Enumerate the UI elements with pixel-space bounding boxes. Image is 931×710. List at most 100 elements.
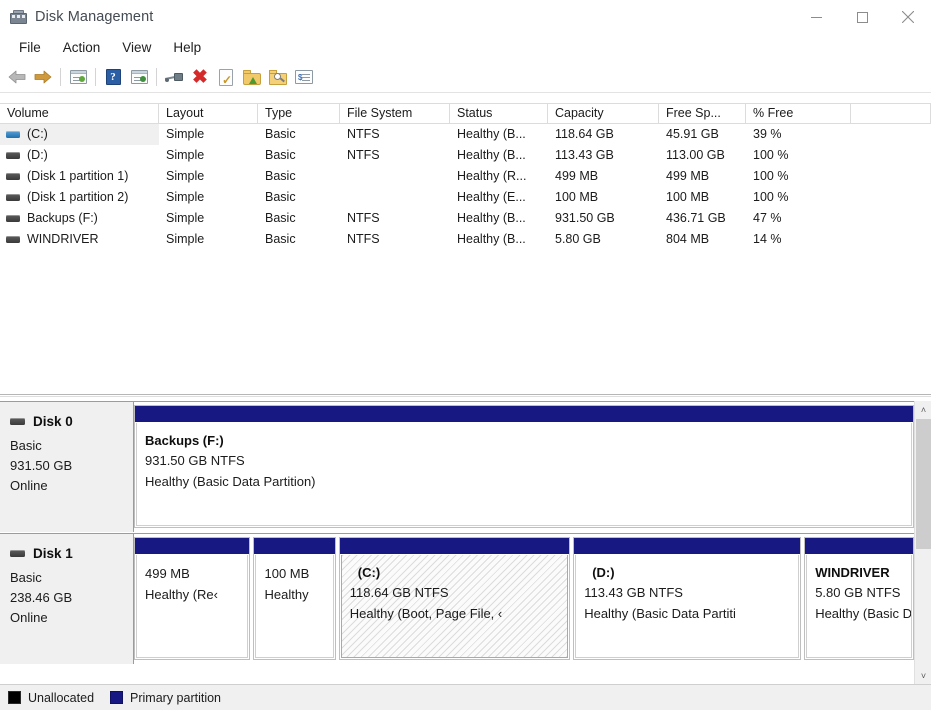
partition-capacity-bar	[574, 538, 801, 555]
partition-status: Healthy	[264, 587, 309, 602]
show-hide-console-tree-button[interactable]	[65, 64, 91, 90]
volume-cell-pct-free: 47 %	[753, 211, 782, 225]
disk-size: 238.46 GB	[10, 590, 73, 605]
volume-list-body: (C:) Simple Basic NTFS Healthy (B... 118.64 G…	[0, 124, 931, 250]
volume-row[interactable]: (C:) Simple Basic NTFS Healthy (B... 118.64 G…	[0, 124, 931, 145]
volume-cell-file-system: NTFS	[347, 211, 380, 225]
partition-block[interactable]: WINDRIVER 5.80 GB NTFS Healthy (Basic Data…	[804, 537, 914, 660]
column-header-filler[interactable]	[851, 104, 931, 123]
delete-icon: ✖	[192, 66, 208, 88]
column-header-type[interactable]: Type	[258, 104, 340, 123]
disk-name: Disk 1	[33, 546, 73, 561]
disk-icon	[10, 418, 25, 425]
volume-cell-status: Healthy (B...	[457, 232, 526, 246]
partition-size-fs: 100 MB	[264, 566, 310, 581]
volume-cell-free-space: 499 MB	[666, 169, 710, 183]
partition-capacity-bar	[339, 538, 570, 555]
volume-row[interactable]: Backups (F:) Simple Basic NTFS Healthy (B...…	[0, 208, 931, 229]
disk-kind: Basic	[10, 570, 42, 585]
partition-block[interactable]: (C:) 118.64 GB NTFS Healthy (Boot, Page Fi…	[338, 537, 571, 660]
volume-row[interactable]: (Disk 1 partition 1) Simple Basic Healthy (…	[0, 166, 931, 187]
properties-button[interactable]: ✓	[213, 64, 239, 90]
legend-item-unallocated: Unallocated	[8, 691, 94, 705]
minimize-button[interactable]	[793, 0, 839, 34]
menu-help[interactable]: Help	[162, 37, 212, 59]
volume-cell-pct-free: 100 %	[753, 190, 789, 204]
maximize-button[interactable]	[839, 0, 885, 34]
partition-status: Healthy (Basic Data Partiti	[584, 606, 736, 621]
up-button[interactable]	[239, 64, 265, 90]
column-header-free-space[interactable]: Free Sp...	[659, 104, 746, 123]
show-hide-action-pane-icon	[130, 70, 148, 84]
volume-cell-volume: (D:)	[0, 145, 159, 166]
volume-row[interactable]: (D:) Simple Basic NTFS Healthy (B... 113.43 G…	[0, 145, 931, 166]
partition-block[interactable]: 499 MB Healthy (Re‹	[134, 537, 251, 660]
column-header-pct-free[interactable]: % Free	[746, 104, 851, 123]
partition-name: Backups (F:)	[145, 433, 224, 448]
column-header-volume[interactable]: Volume	[0, 104, 159, 123]
close-button[interactable]	[885, 0, 931, 34]
volume-cell-file-system: NTFS	[347, 232, 380, 246]
column-header-layout[interactable]: Layout	[159, 104, 258, 123]
volume-cell-type: Basic	[265, 211, 296, 225]
volume-cell-file-system: NTFS	[347, 148, 380, 162]
disk-title: Disk 0	[10, 414, 133, 429]
volume-cell-status: Healthy (B...	[457, 211, 526, 225]
connect-icon	[164, 71, 183, 83]
disk-info-panel[interactable]: Disk 0 Basic 931.50 GB Online	[0, 402, 134, 532]
partition-block[interactable]: Backups (F:) 931.50 GB NTFS Healthy (Basic…	[134, 405, 914, 528]
volume-cell-file-system: NTFS	[347, 127, 380, 141]
scroll-down-icon[interactable]: ˅	[915, 667, 931, 684]
partition-capacity-bar	[254, 538, 335, 555]
disk-name: Disk 0	[33, 414, 73, 429]
disk-graphical-scroll-area: Disk 0 Basic 931.50 GB Online Backups (F:) 93…	[0, 401, 914, 684]
connect-button[interactable]	[161, 64, 187, 90]
menu-action[interactable]: Action	[52, 37, 112, 59]
volume-cell-layout: Simple	[166, 190, 205, 204]
column-header-capacity[interactable]: Capacity	[548, 104, 659, 123]
disk-partition-strip: Backups (F:) 931.50 GB NTFS Healthy (Basic…	[134, 402, 914, 532]
partition-block[interactable]: 100 MB Healthy	[253, 537, 336, 660]
disk-row[interactable]: Disk 1 Basic 238.46 GB Online 499 MB Healthy …	[0, 533, 914, 664]
partition-block[interactable]: (D:) 113.43 GB NTFS Healthy (Basic Data Pa…	[573, 537, 802, 660]
column-header-status[interactable]: Status	[450, 104, 548, 123]
pane-splitter[interactable]	[0, 393, 931, 401]
column-header-file-system[interactable]: File System	[340, 104, 450, 123]
volume-cell-free-space: 45.91 GB	[666, 127, 719, 141]
volume-cell-pct-free: 14 %	[753, 232, 782, 246]
drive-icon	[6, 173, 20, 180]
volume-label: WINDRIVER	[27, 232, 99, 246]
volume-row[interactable]: WINDRIVER Simple Basic NTFS Healthy (B... 5.8…	[0, 229, 931, 250]
scrollbar-thumb[interactable]	[916, 419, 931, 549]
forward-button[interactable]	[30, 64, 56, 90]
find-button[interactable]	[265, 64, 291, 90]
disk-size: 931.50 GB	[10, 458, 73, 473]
disk-partition-strip: 499 MB Healthy (Re‹ 100 MB Healthy (C:) 118.6…	[134, 534, 914, 664]
back-icon	[8, 70, 26, 84]
partition-size-fs: 499 MB	[145, 566, 190, 581]
volume-label: (Disk 1 partition 2)	[27, 190, 129, 204]
volume-row[interactable]: (Disk 1 partition 2) Simple Basic Healthy (…	[0, 187, 931, 208]
disk-pane-scrollbar[interactable]: ˄ ˅	[914, 401, 931, 684]
partition-size-fs: 118.64 GB NTFS	[349, 585, 449, 600]
help-button[interactable]: ?	[100, 64, 126, 90]
back-button[interactable]	[4, 64, 30, 90]
volume-cell-capacity: 100 MB	[555, 190, 599, 204]
volume-label: (C:)	[27, 127, 48, 141]
volume-label: (Disk 1 partition 1)	[27, 169, 129, 183]
menu-file[interactable]: File	[8, 37, 52, 59]
show-hide-action-pane-button[interactable]	[126, 64, 152, 90]
partition-capacity-bar	[805, 538, 914, 555]
volume-cell-layout: Simple	[166, 232, 205, 246]
menu-view[interactable]: View	[111, 37, 162, 59]
forward-icon	[34, 70, 52, 84]
disk-row[interactable]: Disk 0 Basic 931.50 GB Online Backups (F:) 93…	[0, 401, 914, 532]
volume-label: (D:)	[27, 148, 48, 162]
partition-body: (C:) 118.64 GB NTFS Healthy (Boot, Page Fi…	[340, 555, 569, 658]
partition-size-fs: 113.43 GB NTFS	[584, 585, 683, 600]
console-button[interactable]: $	[291, 64, 317, 90]
delete-button[interactable]: ✖	[187, 64, 213, 90]
disk-info-panel[interactable]: Disk 1 Basic 238.46 GB Online	[0, 534, 134, 664]
toolbar-separator	[60, 68, 61, 86]
scroll-up-icon[interactable]: ˄	[915, 401, 931, 418]
